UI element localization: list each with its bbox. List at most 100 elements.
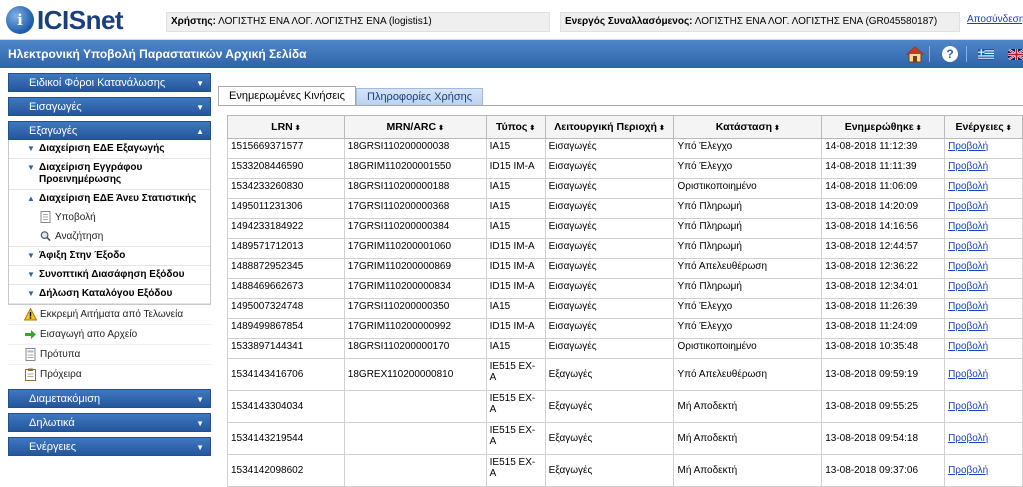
column-header-status[interactable]: Κατάσταση⬍	[674, 116, 822, 139]
sidebar-item-arrival-exit[interactable]: ▼ Άφιξη Στην Έξοδο	[9, 247, 210, 266]
sidebar-item-import-file[interactable]: Εισαγωγή απο Αρχείο	[8, 325, 211, 345]
view-link[interactable]: Προβολή	[948, 141, 988, 152]
view-link[interactable]: Προβολή	[948, 201, 988, 212]
sidebar-item-drafts[interactable]: Πρόχειρα	[8, 365, 211, 384]
table-row[interactable]: 153320844659018GRIM110200001550ID15 IM-A…	[228, 159, 1023, 179]
sidebar: Ειδικοί Φόροι Κατανάλωσης ▼ Εισαγωγές ▼ …	[8, 73, 211, 461]
view-link[interactable]: Προβολή	[948, 369, 988, 380]
menu-label: Πρόχειρα	[40, 369, 82, 380]
lrn-cell: 1495011231306	[228, 199, 345, 219]
tab-updated-movements[interactable]: Ενημερωμένες Κινήσεις	[218, 86, 356, 106]
area-cell: Εξαγωγές	[545, 455, 674, 487]
table-row[interactable]: 1534142098602IE515 EX-AΕξαγωγέςΜή Αποδεκ…	[228, 455, 1023, 487]
action-cell: Προβολή	[945, 179, 1023, 199]
table-row[interactable]: 153414341670618GREX110200000810IE515 EX-…	[228, 359, 1023, 391]
sidebar-item-export-ede[interactable]: ▼ Διαχείριση ΕΔΕ Εξαγωγής	[9, 140, 210, 159]
lrn-cell: 1488872952345	[228, 259, 345, 279]
action-cell: Προβολή	[945, 239, 1023, 259]
sidebar-section-manifests[interactable]: Δηλωτικά ▼	[8, 413, 211, 432]
sidebar-section-actions[interactable]: Ενέργειες ▼	[8, 437, 211, 456]
logout-link[interactable]: Αποσύνδεση	[967, 14, 1023, 25]
action-cell: Προβολή	[945, 219, 1023, 239]
sidebar-item-ede-no-stats[interactable]: ▲ Διαχείριση ΕΔΕ Άνευ Στατιστικής	[9, 190, 210, 208]
type-cell: IA15	[486, 179, 545, 199]
view-link[interactable]: Προβολή	[948, 321, 988, 332]
lrn-cell: 1534233260830	[228, 179, 345, 199]
table-row[interactable]: 149500732474817GRSI110200000350IA15Εισαγ…	[228, 299, 1023, 319]
mrn-cell: 18GRIM110200001550	[344, 159, 486, 179]
sidebar-item-search[interactable]: Αναζήτηση	[9, 227, 210, 247]
area-cell: Εισαγωγές	[545, 279, 674, 299]
chevron-up-icon: ▲	[196, 122, 204, 141]
column-header-mrn[interactable]: MRN/ARC⬍	[344, 116, 486, 139]
table-row[interactable]: 148957171201317GRIM110200001060ID15 IM-A…	[228, 239, 1023, 259]
menu-label: Υποβολή	[55, 212, 96, 223]
area-cell: Εισαγωγές	[545, 319, 674, 339]
sidebar-item-pre-notification[interactable]: ▼ Διαχείριση Εγγράφου Προεινημέρωσης	[9, 159, 210, 190]
updated-cell: 14-08-2018 11:06:09	[822, 179, 945, 199]
sidebar-section-transit[interactable]: Διαμετακόμιση ▼	[8, 389, 211, 408]
table-row[interactable]: 151566937157718GRSI110200000038IA15Εισαγ…	[228, 139, 1023, 159]
table-row[interactable]: 1534143304034IE515 EX-AΕξαγωγέςΜή Αποδεκ…	[228, 391, 1023, 423]
view-link[interactable]: Προβολή	[948, 301, 988, 312]
movements-table: LRN⬍ MRN/ARC⬍ Τύπος⬍ Λειτουργική Περιοχή…	[227, 115, 1023, 487]
column-header-lrn[interactable]: LRN⬍	[228, 116, 345, 139]
view-link[interactable]: Προβολή	[948, 261, 988, 272]
sidebar-item-submit[interactable]: Υποβολή	[9, 208, 210, 227]
table-row[interactable]: 149423318492217GRSI110200000384IA15Εισαγ…	[228, 219, 1023, 239]
lrn-cell: 1533208446590	[228, 159, 345, 179]
uk-flag-icon[interactable]	[1006, 44, 1023, 64]
type-cell: IE515 EX-A	[486, 423, 545, 455]
current-user-box: Χρήστης: ΛΟΓΙΣΤΗΣ ΕΝΑ ΛΟΓ. ΛΟΓΙΣΤΗΣ ΕΝΑ …	[166, 12, 550, 32]
table-row[interactable]: 153389714434118GRSI110200000170IA15Εισαγ…	[228, 339, 1023, 359]
view-link[interactable]: Προβολή	[948, 241, 988, 252]
mrn-cell: 17GRIM110200000834	[344, 279, 486, 299]
view-link[interactable]: Προβολή	[948, 401, 988, 412]
table-row[interactable]: 1534143219544IE515 EX-AΕξαγωγέςΜή Αποδεκ…	[228, 423, 1023, 455]
section-label: Διαμετακόμιση	[29, 393, 100, 405]
table-row[interactable]: 148949986785417GRIM110200000992ID15 IM-A…	[228, 319, 1023, 339]
type-cell: IA15	[486, 199, 545, 219]
view-link[interactable]: Προβολή	[948, 161, 988, 172]
sidebar-item-pending-requests[interactable]: Εκκρεμή Αιτήματα από Τελωνεία	[8, 305, 211, 325]
column-header-updated[interactable]: Ενημερώθηκε⬍	[822, 116, 945, 139]
table-row[interactable]: 148887295234517GRIM110200000869ID15 IM-A…	[228, 259, 1023, 279]
column-header-area[interactable]: Λειτουργική Περιοχή⬍	[545, 116, 674, 139]
table-row[interactable]: 149501123130617GRSI110200000368IA15Εισαγ…	[228, 199, 1023, 219]
sidebar-section-excise[interactable]: Ειδικοί Φόροι Κατανάλωσης ▼	[8, 73, 211, 92]
icisnet-logo[interactable]: i ICISnet	[6, 5, 123, 35]
sidebar-item-exit-list[interactable]: ▼ Δήλωση Καταλόγου Εξόδου	[9, 285, 210, 304]
mrn-cell: 18GRSI110200000038	[344, 139, 486, 159]
help-icon[interactable]: ?	[940, 44, 960, 64]
type-cell: ID15 IM-A	[486, 279, 545, 299]
menu-label: Πρότυπα	[40, 349, 80, 360]
view-link[interactable]: Προβολή	[948, 465, 988, 476]
type-cell: ID15 IM-A	[486, 259, 545, 279]
triangle-down-icon: ▼	[27, 288, 35, 300]
view-link[interactable]: Προβολή	[948, 433, 988, 444]
sidebar-item-exit-summary[interactable]: ▼ Συνοπτική Διασάφηση Εξόδου	[9, 266, 210, 285]
sidebar-section-imports[interactable]: Εισαγωγές ▼	[8, 97, 211, 116]
updated-cell: 13-08-2018 14:16:56	[822, 219, 945, 239]
sidebar-section-exports[interactable]: Εξαγωγές ▲	[8, 121, 211, 140]
view-link[interactable]: Προβολή	[948, 341, 988, 352]
table-row[interactable]: 148846966267317GRIM110200000834ID15 IM-A…	[228, 279, 1023, 299]
menu-label: Εκκρεμή Αιτήματα από Τελωνεία	[40, 309, 183, 320]
column-header-type[interactable]: Τύπος⬍	[486, 116, 545, 139]
tab-usage-info[interactable]: Πληροφορίες Χρήσης	[356, 88, 483, 106]
updated-cell: 14-08-2018 11:11:39	[822, 159, 945, 179]
party-label: Ενεργός Συναλλασόμενος:	[565, 16, 693, 27]
table-header-row: LRN⬍ MRN/ARC⬍ Τύπος⬍ Λειτουργική Περιοχή…	[228, 116, 1023, 139]
sidebar-item-templates[interactable]: Πρότυπα	[8, 345, 211, 365]
view-link[interactable]: Προβολή	[948, 221, 988, 232]
status-cell: Υπό Πληρωμή	[674, 219, 822, 239]
view-link[interactable]: Προβολή	[948, 181, 988, 192]
column-header-actions[interactable]: Ενέργειες⬍	[945, 116, 1023, 139]
chevron-down-icon: ▼	[196, 98, 204, 117]
home-icon[interactable]	[905, 44, 925, 64]
view-link[interactable]: Προβολή	[948, 281, 988, 292]
table-row[interactable]: 153423326083018GRSI110200000188IA15Εισαγ…	[228, 179, 1023, 199]
status-cell: Υπό Έλεγχο	[674, 159, 822, 179]
mrn-cell: 17GRSI110200000350	[344, 299, 486, 319]
greek-flag-icon[interactable]	[976, 44, 996, 64]
